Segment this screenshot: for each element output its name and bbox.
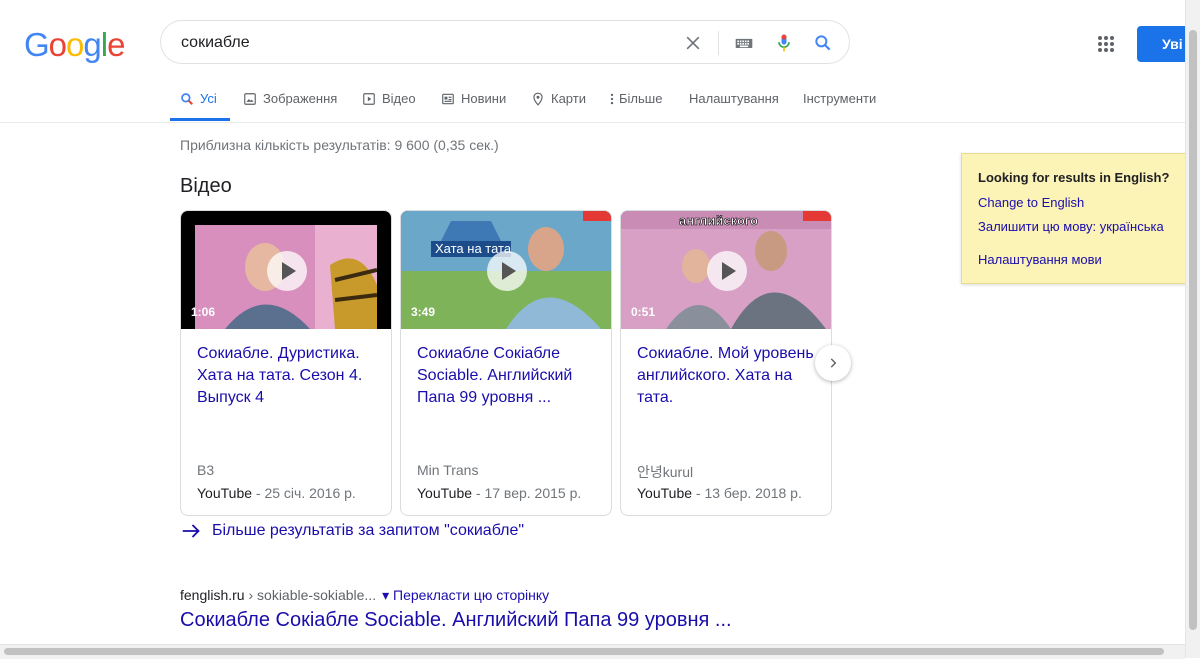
- google-logo[interactable]: Google: [24, 26, 125, 64]
- video-source-name: YouTube: [417, 485, 473, 501]
- tab-news[interactable]: Новини: [441, 91, 506, 106]
- translate-page-link[interactable]: ▾ Перекласти цю сторінку: [382, 587, 549, 603]
- video-source-name: YouTube: [197, 485, 253, 501]
- vertical-scroll-thumb[interactable]: [1189, 30, 1197, 630]
- change-to-english-link[interactable]: Change to English: [978, 195, 1084, 210]
- search-divider: [718, 31, 719, 55]
- video-duration: 1:06: [191, 305, 216, 319]
- tab-settings[interactable]: Налаштування: [689, 91, 779, 106]
- play-icon: [363, 92, 375, 105]
- chevron-right-icon: [830, 358, 837, 368]
- video-source: YouTube - 25 січ. 2016 р.: [197, 485, 356, 501]
- clear-icon[interactable]: [683, 33, 703, 53]
- logo-letter: g: [83, 26, 101, 63]
- header-divider: [0, 122, 1190, 123]
- video-source-name: YouTube: [637, 485, 693, 501]
- image-icon: [244, 92, 256, 105]
- search-icon: [181, 92, 193, 105]
- video-title[interactable]: Сокиабле. Мой уровень английского. Хата …: [637, 343, 819, 409]
- video-channel: Min Trans: [417, 462, 479, 478]
- play-button-icon[interactable]: [267, 251, 307, 291]
- tab-more[interactable]: Більше: [609, 91, 662, 106]
- result-domain: fenglish.ru: [180, 587, 245, 603]
- video-source: YouTube - 13 бер. 2018 р.: [637, 485, 802, 501]
- search-icon[interactable]: [813, 33, 833, 53]
- video-channel: В3: [197, 462, 215, 478]
- language-suggestion-panel: Looking for results in English? Change t…: [961, 153, 1200, 284]
- tab-label: Новини: [461, 91, 507, 106]
- video-thumbnail[interactable]: 1:06: [181, 211, 391, 329]
- logo-letter: o: [66, 26, 84, 63]
- video-source: YouTube - 17 вер. 2015 р.: [417, 485, 581, 501]
- result-title-link[interactable]: Сокиабле Сокіабле Sociable. Английский П…: [180, 609, 732, 632]
- logo-letter: e: [107, 26, 125, 63]
- video-duration: 0:51: [631, 305, 656, 319]
- tab-label: Відео: [382, 91, 416, 106]
- result-stats: Приблизна кількість результатів: 9 600 (…: [180, 137, 499, 153]
- search-input[interactable]: сокиабле: [181, 34, 250, 52]
- logo-letter: o: [48, 26, 67, 63]
- more-vert-icon: [610, 93, 614, 104]
- tab-label: Карти: [551, 91, 586, 106]
- tab-images[interactable]: Зображення: [243, 91, 337, 106]
- tab-all[interactable]: Усі: [180, 91, 217, 106]
- tab-label: Більше: [619, 91, 663, 106]
- result-breadcrumb: › sokiable-sokiable...: [244, 587, 377, 603]
- video-channel: 안녕kurul: [637, 464, 694, 480]
- play-button-icon[interactable]: [487, 251, 527, 291]
- microphone-icon[interactable]: [774, 33, 794, 53]
- result-url[interactable]: fenglish.ru › sokiable-sokiable... ▾ Пере…: [180, 587, 549, 604]
- active-tab-indicator: [170, 118, 230, 121]
- tab-tools[interactable]: Інструменти: [803, 91, 876, 106]
- keyboard-icon[interactable]: [733, 33, 755, 53]
- tab-maps[interactable]: Карти: [531, 91, 586, 106]
- horizontal-scroll-thumb[interactable]: [4, 648, 1164, 655]
- arrow-right-icon: [182, 524, 200, 538]
- carousel-next-button[interactable]: [815, 345, 851, 381]
- keep-language-link[interactable]: Залишити цю мову: українська: [978, 219, 1164, 234]
- tab-label: Інструменти: [803, 91, 877, 106]
- tab-videos[interactable]: Відео: [362, 91, 416, 106]
- news-icon: [442, 93, 454, 104]
- vertical-scrollbar[interactable]: [1185, 0, 1200, 658]
- video-date: - 25 січ. 2016 р.: [252, 485, 356, 501]
- more-results-label: Більше результатів за запитом "сокиабле": [212, 522, 525, 539]
- videos-heading: Відео: [180, 175, 232, 197]
- horizontal-scrollbar[interactable]: [0, 644, 1185, 659]
- thumbnail-caption: английского: [679, 213, 758, 228]
- search-box[interactable]: сокиабле: [160, 20, 850, 64]
- tab-label: Налаштування: [689, 91, 779, 106]
- video-date: - 17 вер. 2015 р.: [472, 485, 582, 501]
- video-card[interactable]: Хата на тата 3:49 Сокиабле Сокіабле Soci…: [400, 210, 612, 516]
- video-thumbnail[interactable]: английского 0:51: [621, 211, 831, 329]
- language-settings-link[interactable]: Налаштування мови: [978, 252, 1102, 267]
- tab-label: Усі: [200, 91, 217, 106]
- video-date: - 13 бер. 2018 р.: [692, 485, 802, 501]
- video-title[interactable]: Сокиабле. Дуристика. Хата на тата. Сезон…: [197, 343, 379, 409]
- video-thumbnail[interactable]: Хата на тата 3:49: [401, 211, 611, 329]
- logo-letter: G: [24, 26, 50, 63]
- lang-panel-heading: Looking for results in English?: [978, 170, 1170, 185]
- play-button-icon[interactable]: [707, 251, 747, 291]
- video-title[interactable]: Сокиабле Сокіабле Sociable. Английский П…: [417, 343, 599, 409]
- video-card[interactable]: английского 0:51 Сокиабле. Мой уровень а…: [620, 210, 832, 516]
- video-card[interactable]: 1:06 Сокиабле. Дуристика. Хата на тата. …: [180, 210, 392, 516]
- apps-grid-icon[interactable]: [1097, 35, 1115, 53]
- map-pin-icon: [533, 92, 543, 106]
- tab-label: Зображення: [263, 91, 338, 106]
- video-duration: 3:49: [411, 305, 436, 319]
- more-video-results-link[interactable]: Більше результатів за запитом "сокиабле": [182, 522, 524, 540]
